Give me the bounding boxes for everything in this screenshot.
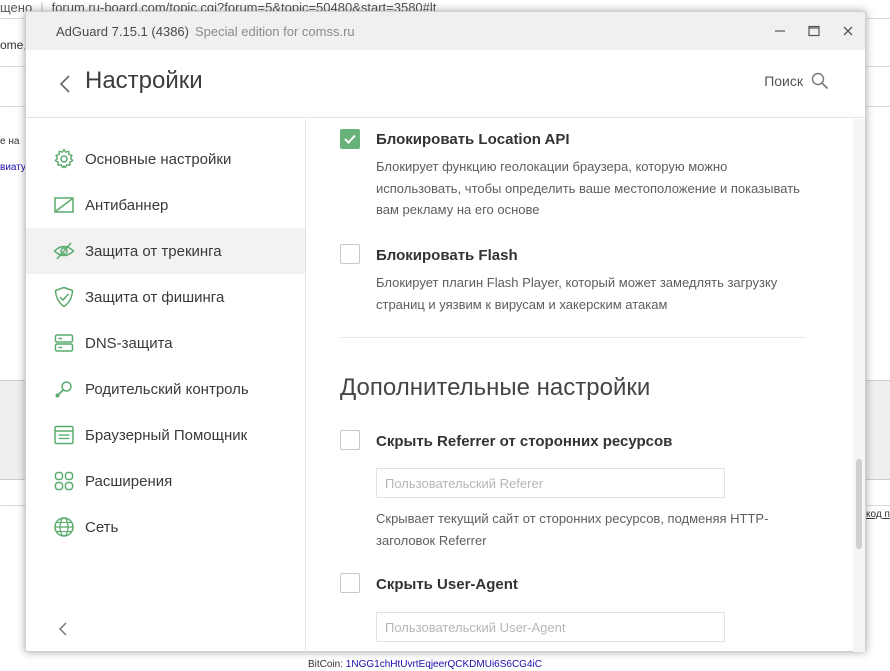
background-text-fragment: код п: [866, 509, 890, 520]
background-text-fragment: е на: [0, 136, 20, 147]
sidebar-item-dns[interactable]: DNS-защита: [26, 320, 305, 366]
content-area: Основные настройки Антибаннер Защита от …: [26, 119, 865, 652]
settings-panel: Блокировать Location API Блокирует функц…: [307, 119, 853, 652]
shield-check-icon: [53, 286, 75, 308]
flash-checkbox[interactable]: [340, 244, 360, 264]
flash-title: Блокировать Flash: [376, 247, 518, 264]
sidebar-item-extensions[interactable]: Расширения: [26, 458, 305, 504]
back-button[interactable]: [54, 71, 76, 97]
search-label: Поиск: [764, 73, 803, 89]
grid-icon: [53, 470, 75, 492]
sidebar-item-label: Браузерный Помощник: [85, 426, 248, 444]
hide-referrer-title: Скрыть Referrer от сторонних ресурсов: [376, 433, 673, 450]
close-icon: [843, 26, 853, 36]
globe-icon: [53, 516, 75, 538]
chevron-left-icon: [59, 75, 70, 93]
flash-description: Блокирует плагин Flash Player, который м…: [376, 275, 778, 312]
hide-user-agent-title: Скрыть User-Agent: [376, 576, 518, 593]
footer-label: BitCoin:: [308, 659, 344, 670]
background-footer: BitCoin: 1NGG1chHtUvrtEqjeerQCKDMUi6S6CG…: [308, 659, 542, 670]
sidebar-item-label: Родительский контроль: [85, 380, 249, 398]
sidebar-item-parental-control[interactable]: Родительский контроль: [26, 366, 305, 412]
sidebar-item-label: Сеть: [85, 518, 119, 536]
sidebar-item-browser-assistant[interactable]: Браузерный Помощник: [26, 412, 305, 458]
settings-header: Настройки Поиск: [26, 50, 865, 118]
sidebar-item-label: Антибаннер: [85, 196, 169, 214]
checkmark-icon: [344, 134, 356, 144]
sidebar-item-network[interactable]: Сеть: [26, 504, 305, 550]
sidebar-item-tracking-protection[interactable]: Защита от трекинга: [26, 228, 305, 274]
custom-referer-input[interactable]: [376, 468, 725, 498]
collapse-sidebar-button[interactable]: [54, 619, 72, 639]
hide-user-agent-checkbox[interactable]: [340, 573, 360, 593]
sidebar-item-phishing-protection[interactable]: Защита от фишинга: [26, 274, 305, 320]
scrollbar[interactable]: [853, 119, 865, 652]
gear-icon: [53, 148, 75, 170]
server-icon: [53, 332, 75, 354]
rattle-icon: [53, 378, 75, 400]
minimize-icon: [775, 30, 785, 32]
custom-user-agent-input[interactable]: [376, 612, 725, 642]
location-api-checkbox[interactable]: [340, 129, 360, 149]
footer-address: 1NGG1chHtUvrtEqjeerQCKDMUi6S6CG4iC: [345, 659, 542, 670]
window-title: AdGuard 7.15.1 (4386): [56, 23, 189, 39]
background-link-fragment: виату: [0, 162, 26, 173]
sidebar-item-label: DNS-защита: [85, 334, 173, 352]
sidebar: Основные настройки Антибаннер Защита от …: [26, 119, 306, 652]
search-button[interactable]: Поиск: [764, 72, 829, 90]
sidebar-item-label: Защита от трекинга: [85, 242, 222, 260]
search-icon: [811, 72, 829, 90]
minimize-button[interactable]: [763, 12, 797, 50]
maximize-icon: [808, 25, 820, 37]
location-api-title: Блокировать Location API: [376, 131, 570, 148]
close-button[interactable]: [831, 12, 865, 50]
hide-referrer-description: Скрывает текущий сайт от сторонних ресур…: [376, 511, 769, 548]
title-bar[interactable]: AdGuard 7.15.1 (4386) Special edition fo…: [26, 12, 865, 50]
section-divider: [340, 337, 805, 338]
antibanner-icon: [53, 194, 75, 216]
background-text-fragment: ome,: [0, 38, 27, 52]
adguard-window: AdGuard 7.15.1 (4386) Special edition fo…: [25, 11, 866, 652]
hide-referrer-checkbox[interactable]: [340, 430, 360, 450]
chevron-left-icon: [58, 622, 67, 636]
sidebar-item-general[interactable]: Основные настройки: [26, 136, 305, 182]
scrollbar-thumb[interactable]: [856, 459, 862, 549]
eye-crossed-icon: [53, 240, 75, 262]
browser-window-icon: [53, 424, 75, 446]
maximize-button[interactable]: [797, 12, 831, 50]
sidebar-item-antibanner[interactable]: Антибаннер: [26, 182, 305, 228]
window-edition: Special edition for comss.ru: [194, 23, 355, 39]
page-title: Настройки: [85, 67, 203, 94]
sidebar-item-label: Основные настройки: [85, 150, 232, 168]
section-title-advanced: Дополнительные настройки: [340, 374, 651, 401]
window-controls: [763, 12, 865, 50]
location-api-description: Блокирует функцию геолокации браузера, к…: [376, 159, 800, 217]
sidebar-item-label: Расширения: [85, 472, 173, 490]
sidebar-item-label: Защита от фишинга: [85, 288, 225, 306]
